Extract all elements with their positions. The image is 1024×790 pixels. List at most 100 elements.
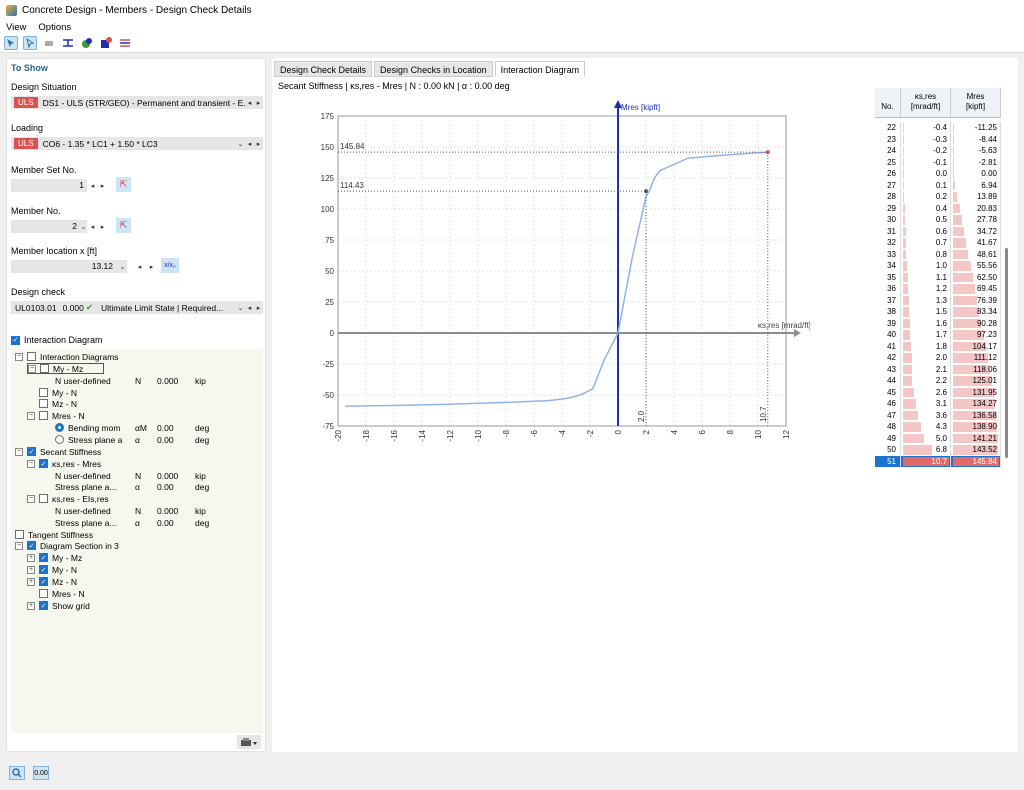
- tree-item-value[interactable]: 0.00: [157, 517, 174, 528]
- checkbox-checked-icon[interactable]: ✓: [27, 541, 36, 550]
- tree-item-t13[interactable]: − κs,res - EIs,res: [27, 493, 109, 504]
- tree-item-t19[interactable]: + ✓ My - N: [27, 564, 77, 575]
- table-row[interactable]: 46 3.1 134.27: [875, 398, 1001, 410]
- tree-item-t15[interactable]: Stress plane a...: [55, 517, 123, 528]
- checkbox-icon[interactable]: [39, 411, 48, 420]
- pick-member-set-icon[interactable]: ⇱: [116, 177, 131, 192]
- tree-item-t12[interactable]: Stress plane a...: [55, 481, 123, 492]
- checkbox-icon[interactable]: [39, 399, 48, 408]
- table-scrollbar[interactable]: [1005, 248, 1008, 458]
- chevron-down-icon[interactable]: ⌄: [236, 138, 245, 149]
- select-member-icon[interactable]: [23, 36, 37, 50]
- table-row[interactable]: 23 -0.3 -8.44: [875, 133, 1001, 145]
- member-no-input[interactable]: 2: [11, 220, 87, 233]
- expand-icon[interactable]: +: [27, 601, 35, 610]
- next-arrow-icon[interactable]: ▸: [98, 180, 107, 191]
- chevron-down-icon[interactable]: ⌄: [79, 221, 88, 232]
- print-icon[interactable]: [237, 735, 261, 749]
- table-row[interactable]: 43 2.1 118.06: [875, 363, 1001, 375]
- checkbox-checked-icon[interactable]: ✓: [39, 601, 48, 610]
- tab-design-check-details[interactable]: Design Check Details: [274, 61, 373, 77]
- table-row[interactable]: 49 5.0 141.21: [875, 432, 1001, 444]
- interaction-diagram-toggle[interactable]: ✓ Interaction Diagram: [11, 335, 103, 345]
- table-row[interactable]: 24 -0.2 -5.63: [875, 145, 1001, 157]
- tree-item-value[interactable]: 0.00: [157, 422, 174, 433]
- prev-arrow-icon[interactable]: ◂: [135, 261, 144, 272]
- prev-arrow-icon[interactable]: ◂: [245, 97, 254, 108]
- checkbox-checked-icon[interactable]: ✓: [27, 447, 36, 456]
- tree-item-t22[interactable]: + ✓ Show grid: [27, 600, 90, 611]
- table-header[interactable]: κs,res [mrad/ft]: [901, 88, 951, 118]
- collapse-icon[interactable]: −: [28, 364, 36, 373]
- tree-item-t4[interactable]: My - N: [39, 387, 77, 398]
- checkbox-checked-icon[interactable]: ✓: [39, 577, 48, 586]
- tree-item-t1[interactable]: − Interaction Diagrams: [15, 351, 118, 362]
- prev-arrow-icon[interactable]: ◂: [88, 221, 97, 232]
- location-input[interactable]: 13.12: [11, 260, 127, 273]
- table-header[interactable]: No.: [875, 88, 901, 118]
- checkbox-icon[interactable]: [40, 364, 49, 373]
- design-check-select[interactable]: UL0103.01 0.000 ✔ Ultimate Limit State |…: [11, 301, 263, 314]
- menu-options[interactable]: Options: [32, 22, 77, 33]
- table-row[interactable]: 22 -0.4 -11.25: [875, 122, 1001, 134]
- collapse-icon[interactable]: −: [15, 352, 23, 361]
- tree-item-t6[interactable]: − Mres - N: [27, 410, 85, 421]
- table-row[interactable]: 34 1.0 55.56: [875, 260, 1001, 272]
- expand-icon[interactable]: +: [27, 565, 35, 574]
- table-row[interactable]: 36 1.2 69.45: [875, 283, 1001, 295]
- tree-item-t7[interactable]: Bending mom: [55, 422, 136, 433]
- chevron-down-icon[interactable]: ⌄: [236, 302, 245, 313]
- tree-item-t2[interactable]: − My - Mz: [27, 363, 105, 374]
- next-arrow-icon[interactable]: ▸: [254, 97, 263, 108]
- collapse-icon[interactable]: −: [27, 459, 35, 468]
- tree-item-t3[interactable]: N user-defined: [55, 375, 123, 386]
- tree-item-t14[interactable]: N user-defined: [55, 505, 123, 516]
- result-ok-icon[interactable]: [80, 36, 94, 50]
- radio-icon[interactable]: [55, 435, 64, 444]
- tree-item-t20[interactable]: + ✓ Mz - N: [27, 576, 77, 587]
- checkbox-icon[interactable]: [39, 589, 48, 598]
- collapse-icon[interactable]: −: [27, 411, 35, 420]
- table-row[interactable]: 35 1.1 62.50: [875, 271, 1001, 283]
- tree-item-value[interactable]: 0.000: [157, 375, 178, 386]
- next-arrow-icon[interactable]: ▸: [254, 138, 263, 149]
- table-row[interactable]: 39 1.6 90.28: [875, 317, 1001, 329]
- tree-item-t21[interactable]: Mres - N: [39, 588, 85, 599]
- table-row[interactable]: 41 1.8 104.17: [875, 340, 1001, 352]
- tree-item-t5[interactable]: Mz - N: [39, 398, 77, 409]
- table-row[interactable]: 31 0.6 34.72: [875, 225, 1001, 237]
- table-row[interactable]: 51 10.7 145.84: [875, 455, 1001, 467]
- checkbox-checked-icon[interactable]: ✓: [39, 553, 48, 562]
- tree-item-t16[interactable]: Tangent Stiffness: [15, 529, 93, 540]
- tab-design-checks-in-location[interactable]: Design Checks in Location: [374, 61, 493, 77]
- tree-item-value[interactable]: 0.000: [157, 505, 178, 516]
- prev-arrow-icon[interactable]: ◂: [88, 180, 97, 191]
- table-row[interactable]: 42 2.0 111.12: [875, 352, 1001, 364]
- prev-arrow-icon[interactable]: ◂: [245, 138, 254, 149]
- tree-item-t11[interactable]: N user-defined: [55, 470, 123, 481]
- eraser-icon[interactable]: [42, 36, 56, 50]
- pick-member-icon[interactable]: ⇱: [116, 218, 131, 233]
- table-row[interactable]: 26 0.0 0.00: [875, 168, 1001, 180]
- view-icon[interactable]: [9, 766, 25, 780]
- expand-icon[interactable]: +: [27, 553, 35, 562]
- menu-view[interactable]: View: [0, 22, 32, 33]
- table-header[interactable]: Mres [kipft]: [951, 88, 1001, 118]
- checkbox-icon[interactable]: [39, 388, 48, 397]
- checkbox-checked-icon[interactable]: ✓: [39, 565, 48, 574]
- relative-location-button[interactable]: x/x₀: [161, 258, 179, 273]
- member-set-input[interactable]: 1: [11, 179, 87, 192]
- tree-item-value[interactable]: 0.00: [157, 481, 174, 492]
- tree-item-t9[interactable]: − ✓ Secant Stiffness: [15, 446, 101, 457]
- table-row[interactable]: 44 2.2 125.01: [875, 375, 1001, 387]
- table-row[interactable]: 48 4.3 138.90: [875, 421, 1001, 433]
- table-row[interactable]: 38 1.5 83.34: [875, 306, 1001, 318]
- checkbox-icon[interactable]: [27, 352, 36, 361]
- table-row[interactable]: 32 0.7 41.67: [875, 237, 1001, 249]
- result-warning-icon[interactable]: [99, 36, 113, 50]
- table-row[interactable]: 37 1.3 76.39: [875, 294, 1001, 306]
- checkbox-icon[interactable]: [39, 494, 48, 503]
- checkbox-checked-icon[interactable]: ✓: [39, 459, 48, 468]
- radio-selected-icon[interactable]: [55, 423, 64, 432]
- table-row[interactable]: 29 0.4 20.83: [875, 202, 1001, 214]
